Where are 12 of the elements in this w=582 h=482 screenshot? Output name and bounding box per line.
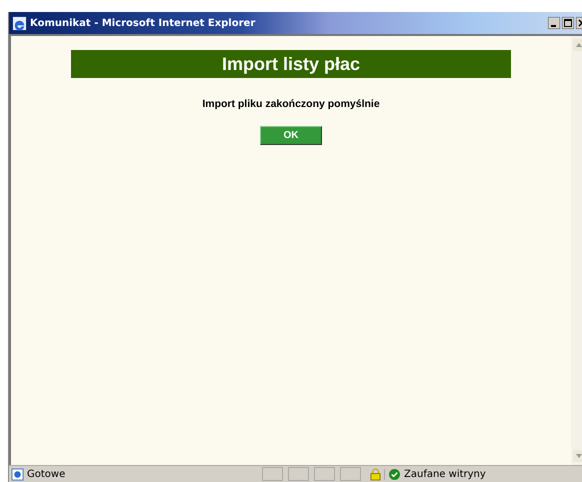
page-icon: [11, 468, 24, 480]
page-heading: Import listy płac: [71, 50, 511, 78]
window-title: Komunikat - Microsoft Internet Explorer: [30, 18, 256, 28]
message-text: Import pliku zakończony pomyślnie: [202, 98, 380, 110]
lock-icon: [370, 468, 381, 480]
status-text: Gotowe: [27, 468, 66, 480]
check-icon: [389, 468, 400, 480]
zone-text: Zaufane witryny: [404, 468, 486, 480]
browser-icon: [12, 16, 27, 30]
ok-button[interactable]: OK: [260, 126, 322, 145]
maximize-icon[interactable]: [562, 17, 574, 29]
minimize-icon[interactable]: [548, 17, 560, 29]
